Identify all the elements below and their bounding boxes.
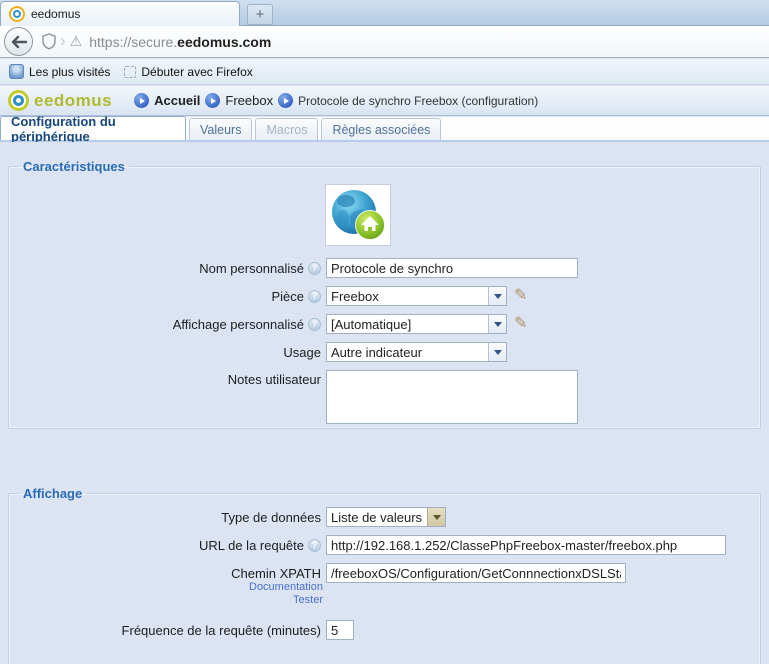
bookmark-getting-started[interactable]: Débuter avec Firefox <box>120 63 256 81</box>
field-row-xpath: Chemin XPATH <box>13 563 756 583</box>
characteristics-legend: Caractéristiques <box>19 159 129 174</box>
tab-configuration[interactable]: Configuration du périphérique <box>0 116 186 140</box>
frequency-input[interactable] <box>326 620 354 640</box>
navigation-toolbar: › ⚠ https://secure.eedomus.com <box>0 26 769 58</box>
characteristics-fieldset: Caractéristiques <box>8 159 761 429</box>
datatype-label: Type de données <box>221 510 321 525</box>
breadcrumb-item-accueil[interactable]: Accueil <box>134 93 200 108</box>
url-prefix: https://secure. <box>89 34 177 50</box>
field-row-datatype: Type de données Liste de valeurs <box>13 507 756 527</box>
breadcrumb: Accueil Freebox Protocole de synchro Fre… <box>134 93 538 108</box>
request-url-input[interactable] <box>326 535 726 555</box>
chevron-down-icon[interactable] <box>488 287 506 305</box>
usage-label: Usage <box>283 345 321 360</box>
back-arrow-icon <box>10 35 27 49</box>
dotted-placeholder-icon <box>124 66 136 78</box>
new-tab-button[interactable]: + <box>247 4 273 25</box>
help-icon[interactable] <box>308 318 321 331</box>
documentation-link[interactable]: Documentation <box>13 581 323 594</box>
field-row-notes: Notes utilisateur <box>13 370 756 424</box>
breadcrumb-arrow-icon <box>134 93 149 108</box>
notes-label: Notes utilisateur <box>228 372 321 387</box>
chevron-separator-icon: › <box>60 31 66 51</box>
breadcrumb-arrow-icon <box>278 93 293 108</box>
field-row-frequency: Fréquence de la requête (minutes) <box>13 620 756 640</box>
browser-tab[interactable]: eedomus <box>0 1 240 26</box>
display-fieldset: Affichage Type de données Liste de valeu… <box>8 486 761 664</box>
url-domain: eedomus.com <box>177 34 271 50</box>
edit-pencil-icon[interactable] <box>514 288 527 304</box>
breadcrumb-item-current[interactable]: Protocole de synchro Freebox (configurat… <box>278 93 538 108</box>
tab-valeurs[interactable]: Valeurs <box>189 118 252 140</box>
room-select[interactable]: Freebox <box>326 286 507 306</box>
help-icon[interactable] <box>308 290 321 303</box>
eedomus-header-bar: eedomus Accueil Freebox Protocole de syn… <box>0 86 769 116</box>
browser-titlebar: eedomus + <box>0 0 769 26</box>
help-icon[interactable] <box>308 262 321 275</box>
most-visited-folder-icon <box>9 64 24 79</box>
xpath-input[interactable] <box>326 563 626 583</box>
frequency-label: Fréquence de la requête (minutes) <box>122 623 321 638</box>
usage-select[interactable]: Autre indicateur <box>326 342 507 362</box>
tab-regles-associees[interactable]: Règles associées <box>321 118 441 140</box>
device-icon[interactable] <box>325 184 391 246</box>
back-button[interactable] <box>4 27 33 56</box>
name-input[interactable] <box>326 258 578 278</box>
helper-links-row: Documentation Tester <box>13 586 756 612</box>
field-row-room: Pièce Freebox <box>13 286 756 306</box>
warning-triangle-icon[interactable]: ⚠ <box>70 33 83 50</box>
tab-macros: Macros <box>255 118 318 140</box>
browser-tab-title: eedomus <box>31 7 80 21</box>
help-icon[interactable] <box>308 539 321 552</box>
device-tabs: Configuration du périphérique Valeurs Ma… <box>0 117 769 142</box>
edit-pencil-icon[interactable] <box>514 316 527 332</box>
field-row-usage: Usage Autre indicateur <box>13 342 756 362</box>
request-url-label: URL de la requête <box>199 538 304 553</box>
room-label: Pièce <box>271 289 304 304</box>
eedomus-favicon-icon <box>9 6 25 22</box>
eedomus-wordmark[interactable]: eedomus <box>34 91 112 111</box>
bookmark-label: Débuter avec Firefox <box>141 65 252 79</box>
display-legend: Affichage <box>19 486 86 501</box>
breadcrumb-item-freebox[interactable]: Freebox <box>205 93 273 108</box>
bookmarks-bar: Les plus visités Débuter avec Firefox <box>0 59 769 85</box>
field-row-name: Nom personnalisé <box>13 258 756 278</box>
bookmark-most-visited[interactable]: Les plus visités <box>5 62 114 81</box>
globe-house-icon <box>329 188 387 242</box>
chevron-down-icon[interactable] <box>488 315 506 333</box>
bookmark-label: Les plus visités <box>29 65 110 79</box>
notes-textarea[interactable] <box>326 370 578 424</box>
name-label: Nom personnalisé <box>199 261 304 276</box>
datatype-select[interactable]: Liste de valeurs <box>326 507 446 527</box>
chevron-down-icon[interactable] <box>488 343 506 361</box>
page-content: Caractéristiques <box>0 142 769 664</box>
field-row-display: Affichage personnalisé [Automatique] <box>13 314 756 334</box>
tester-link[interactable]: Tester <box>13 594 323 607</box>
chevron-down-icon[interactable] <box>427 508 445 526</box>
breadcrumb-arrow-icon <box>205 93 220 108</box>
site-identity-shield-icon[interactable] <box>42 33 56 50</box>
xpath-label: Chemin XPATH <box>231 566 321 581</box>
display-select[interactable]: [Automatique] <box>326 314 507 334</box>
display-label: Affichage personnalisé <box>173 317 304 332</box>
eedomus-logo-icon[interactable] <box>8 90 29 111</box>
url-field[interactable]: https://secure.eedomus.com <box>89 34 271 50</box>
field-row-url: URL de la requête <box>13 535 756 555</box>
